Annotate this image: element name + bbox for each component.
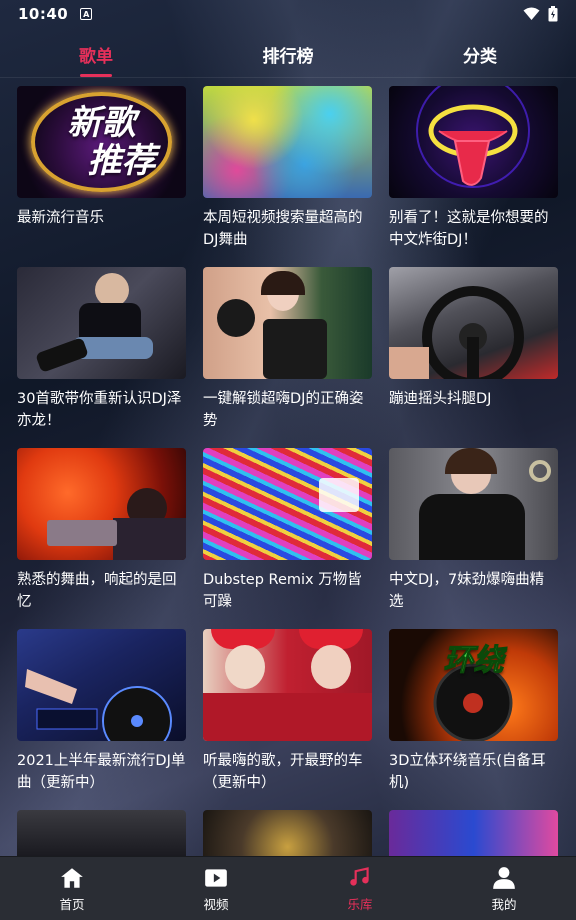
dj-turntable-cover [17,629,186,741]
nav-profile-label: 我的 [491,896,517,912]
cover-text-line2: 推荐 [87,141,156,181]
notification-icon: A [80,8,93,20]
playlist-card[interactable]: Dubstep Remix 万物皆可躁 [203,448,372,629]
playlist-grid: 新歌 推荐 最新流行音乐 本周短视频搜索量超高的DJ舞曲 别看了！这就是你想要的… [17,86,559,810]
playlist-title: 听最嗨的歌，开最野的车（更新中） [203,753,363,791]
playlist-title: 30首歌带你重新认识DJ泽亦龙！ [17,391,182,429]
video-icon [205,868,227,887]
playlist-title: Dubstep Remix 万物皆可躁 [203,572,362,610]
neon-lips-cover [389,86,558,198]
playlist-card[interactable]: 2021上半年最新流行DJ单曲（更新中） [17,629,186,810]
playlist-title: 别看了！这就是你想要的中文炸街DJ！ [389,210,549,248]
playlist-cover-partial[interactable] [389,810,558,856]
music-note-icon [350,866,369,886]
playlist-cover-partial[interactable] [203,810,372,856]
playlist-cover-partial[interactable] [17,810,186,856]
tab-categories[interactable]: 分类 [384,28,576,77]
top-tabs: 歌单 排行榜 分类 [0,28,576,78]
status-bar: 10:40 A [0,0,576,28]
new-songs-cover: 新歌 推荐 [17,86,186,198]
nav-video[interactable]: 视频 [144,857,288,920]
playlist-title: 本周短视频搜索量超高的DJ舞曲 [203,210,363,248]
cover-caption: 环绕 [443,643,504,679]
nav-library[interactable]: 乐库 [288,857,432,920]
wifi-icon [523,7,540,20]
playlist-card[interactable]: 中文DJ，7妹劲爆嗨曲精选 [389,448,558,629]
person-icon [493,866,515,889]
tab-charts[interactable]: 排行榜 [192,28,384,77]
playlist-card[interactable]: 30首歌带你重新认识DJ泽亦龙！ [17,267,186,448]
playlist-title: 一键解锁超嗨DJ的正确姿势 [203,391,364,429]
playlist-card[interactable]: 本周短视频搜索量超高的DJ舞曲 [203,86,372,267]
boxing-girl-cover [203,267,372,379]
car-wheel-cover [389,267,558,379]
vinyl-fire-cover: 环绕 [389,629,558,741]
playlist-title: 中文DJ，7妹劲爆嗨曲精选 [389,572,545,610]
cover-text-line1: 新歌 [67,103,136,143]
status-time: 10:40 [18,5,69,23]
nav-profile[interactable]: 我的 [432,857,576,920]
bottom-nav: 首页 视频 乐库 我的 [0,856,576,920]
color-powder-cover [203,86,372,198]
battery-icon [548,6,558,22]
playlist-title: 熟悉的舞曲，响起的是回忆 [17,572,177,610]
playlist-card[interactable]: 别看了！这就是你想要的中文炸街DJ！ [389,86,558,267]
playlist-card[interactable]: 环绕 3D立体环绕音乐(自备耳机) [389,629,558,810]
tab-playlists[interactable]: 歌单 [0,28,192,77]
nav-home-label: 首页 [59,896,85,912]
two-girls-cover [203,629,372,741]
playlist-card[interactable]: 熟悉的舞曲，响起的是回忆 [17,448,186,629]
playlist-title: 3D立体环绕音乐(自备耳机) [389,753,546,791]
playlist-card[interactable]: 蹦迪摇头抖腿DJ [389,267,558,448]
playlist-title: 最新流行音乐 [17,210,104,226]
woman-photo-cover [17,267,186,379]
psychedelic-cover [203,448,372,560]
nav-video-label: 视频 [203,896,229,912]
playlist-title: 蹦迪摇头抖腿DJ [389,391,492,407]
home-icon [61,867,83,888]
playlist-card[interactable]: 听最嗨的歌，开最野的车（更新中） [203,629,372,810]
dj-red-light-cover [17,448,186,560]
nav-library-label: 乐库 [347,896,373,912]
playlist-title: 2021上半年最新流行DJ单曲（更新中） [17,753,186,791]
playlist-card[interactable]: 一键解锁超嗨DJ的正确姿势 [203,267,372,448]
nav-home[interactable]: 首页 [0,857,144,920]
woman-black-dress-cover [389,448,558,560]
playlist-card[interactable]: 新歌 推荐 最新流行音乐 [17,86,186,267]
playlist-partial-row [17,810,559,856]
